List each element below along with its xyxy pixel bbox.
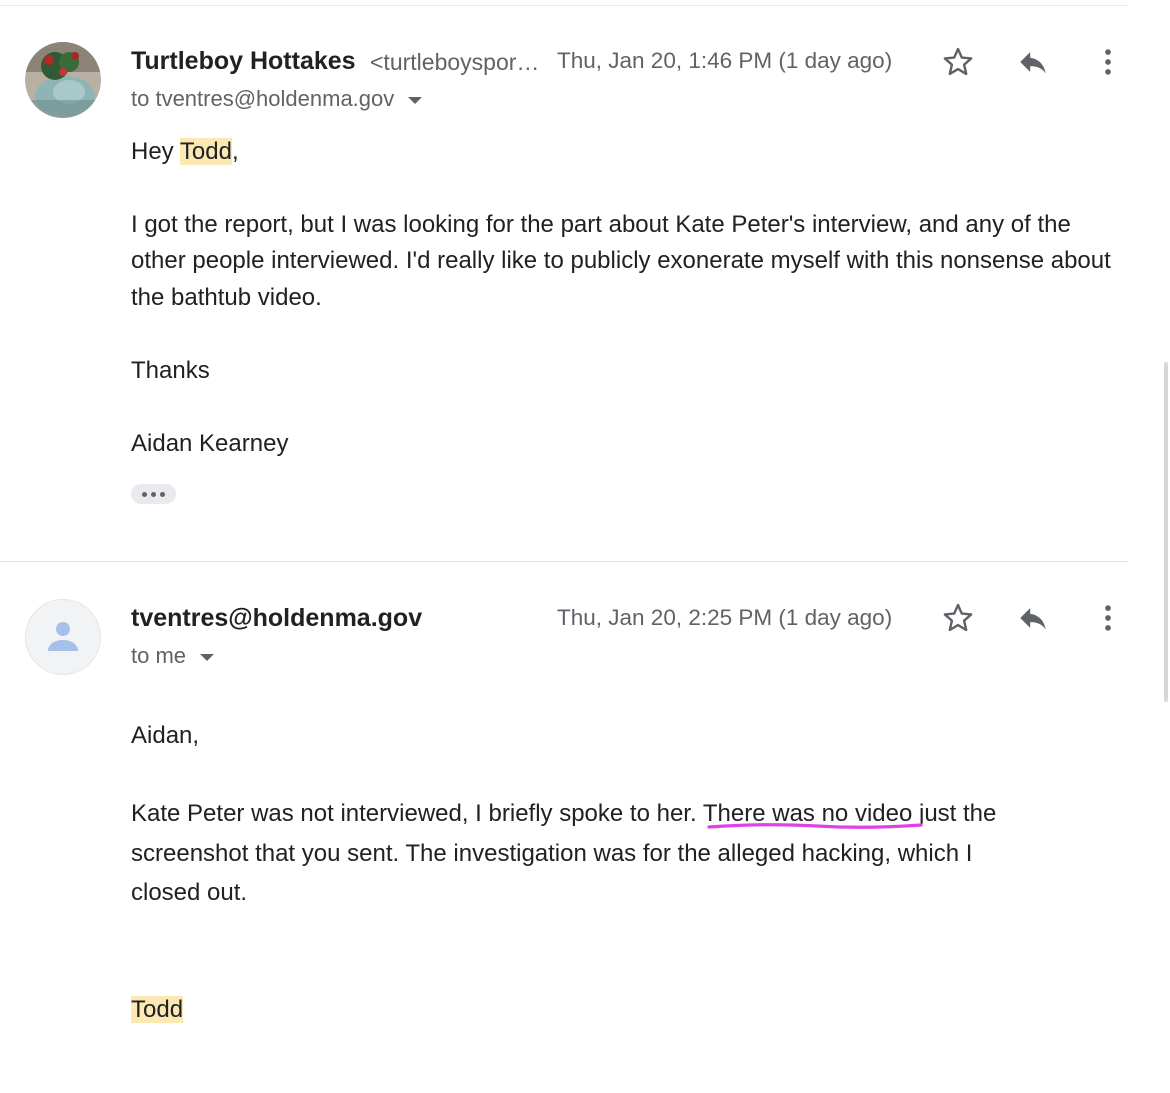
message-date: Thu, Jan 20, 1:46 PM (1 day ago): [557, 48, 893, 73]
highlighted-signature: Todd: [131, 996, 184, 1023]
closing: Thanks: [131, 357, 210, 384]
more-options-button[interactable]: [1088, 598, 1128, 638]
recipient-label: to me: [131, 643, 187, 668]
star-button[interactable]: [938, 42, 978, 82]
reply-button[interactable]: [1013, 598, 1053, 638]
expand-caret-icon[interactable]: [200, 653, 215, 661]
reply-button[interactable]: [1013, 42, 1053, 82]
greeting-suffix: ,: [231, 138, 239, 165]
reply-icon: [1020, 52, 1046, 74]
pink-marker-underline: [707, 823, 923, 829]
recipient-line: to tventres@holdenma.gov: [131, 86, 423, 112]
message-divider: [0, 561, 1128, 562]
scrollbar[interactable]: [1164, 362, 1168, 702]
highlighted-name: Todd: [179, 138, 232, 165]
reply-icon: [1020, 608, 1046, 630]
body-line: other people interviewed. I'd really lik…: [131, 247, 1111, 274]
more-options-button[interactable]: [1088, 42, 1128, 82]
greeting: Aidan,: [131, 722, 200, 749]
body-line-start: Kate Peter was not interviewed, I briefl…: [131, 800, 703, 827]
more-vert-icon: [1105, 49, 1111, 75]
trimmed-content-icon: [142, 491, 147, 497]
sender-avatar: [25, 599, 101, 675]
sender-avatar: [25, 42, 101, 118]
message-date: Thu, Jan 20, 2:25 PM (1 day ago): [557, 605, 893, 630]
body-line: closed out.: [131, 879, 248, 906]
star-icon: [943, 603, 973, 632]
person-icon: [48, 622, 78, 651]
greeting: Hey Todd,: [131, 138, 239, 166]
recipient-label: to tventres@holdenma.gov: [131, 86, 395, 111]
top-divider: [0, 5, 1128, 6]
body-line: screenshot that you sent. The investigat…: [131, 840, 973, 867]
more-vert-icon: [1105, 605, 1111, 631]
body-line-end: just the: [912, 800, 997, 827]
sender-name[interactable]: Turtleboy Hottakes: [131, 47, 356, 76]
marker-underlined-phrase: There was no video: [703, 800, 923, 829]
expand-caret-icon[interactable]: [408, 96, 423, 104]
star-button[interactable]: [938, 598, 978, 638]
body-line: the bathtub video.: [131, 284, 322, 311]
star-icon: [943, 47, 973, 76]
sender-name[interactable]: tventres@holdenma.gov: [131, 604, 422, 633]
signature: Todd: [131, 996, 184, 1024]
show-trimmed-content-button[interactable]: [131, 484, 176, 504]
body-line: Kate Peter was not interviewed, I briefl…: [131, 800, 997, 829]
signature: Aidan Kearney: [131, 430, 289, 457]
body-line: I got the report, but I was looking for …: [131, 211, 1071, 238]
sender-email: <turtleboyspor…: [370, 49, 540, 75]
greeting-prefix: Hey: [131, 138, 180, 165]
recipient-line: to me: [131, 643, 215, 669]
